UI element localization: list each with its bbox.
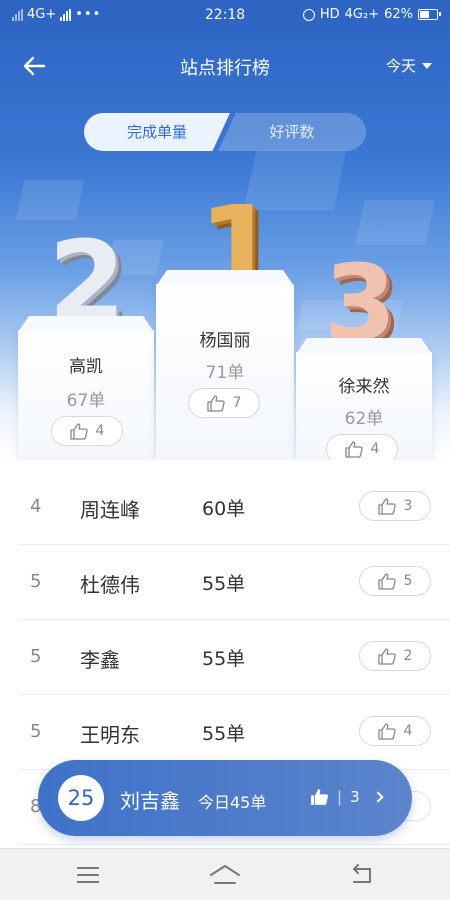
menu-button[interactable] <box>68 861 108 889</box>
like-button[interactable]: 4 <box>359 716 431 746</box>
like-count: 3 <box>403 498 413 514</box>
like-button[interactable]: 2 <box>359 641 431 671</box>
chevron-right-icon <box>371 791 384 803</box>
rank-number: 5 <box>30 571 42 592</box>
thumbs-up-icon <box>344 440 363 458</box>
page-title: 站点排行榜 <box>180 58 270 79</box>
podium-count: 62单 <box>344 409 384 429</box>
like-button[interactable]: 5 <box>359 566 431 596</box>
thumbs-up-icon <box>377 647 396 665</box>
list-item[interactable]: 4 周连峰 60单 3 <box>18 470 450 545</box>
background-decoration <box>15 180 85 220</box>
like-count: 5 <box>403 573 413 589</box>
thumbs-up-icon <box>206 394 225 412</box>
like-count: 2 <box>403 648 413 664</box>
podium-name: 杨国丽 <box>199 331 251 351</box>
like-count: 4 <box>95 423 105 439</box>
order-count: 55单 <box>202 573 246 595</box>
podium-top <box>18 316 154 332</box>
podium-count: 67单 <box>66 391 106 411</box>
my-name: 刘吉鑫 <box>120 789 180 813</box>
tab-completed-orders[interactable]: 完成单量 <box>84 113 230 151</box>
tab-switcher: 完成单量 好评数 <box>84 113 366 151</box>
return-icon <box>353 864 371 883</box>
rank-number: 5 <box>30 646 42 667</box>
podium-third: 徐来然 62单 4 <box>296 338 432 460</box>
battery-fill <box>420 11 429 18</box>
home-icon <box>210 865 240 884</box>
courier-name: 李鑫 <box>80 648 120 672</box>
courier-name: 周连峰 <box>80 498 140 522</box>
thumbs-up-icon <box>311 789 329 805</box>
like-count: 4 <box>370 441 380 457</box>
date-filter-dropdown[interactable]: 今天 <box>386 55 432 76</box>
courier-name: 王明东 <box>80 723 140 747</box>
podium-top <box>296 338 432 354</box>
nav-bar: 站点排行榜 今天 <box>0 44 450 88</box>
list-item[interactable]: 5 李鑫 55单 2 <box>18 620 450 695</box>
hero-header: 4G+ ••• 22:18 HD 4G₂+ 62% 站点排行榜 今天 完成单量 … <box>0 0 450 460</box>
like-button[interactable]: 3 <box>359 491 431 521</box>
podium-count: 71单 <box>205 363 245 383</box>
podium-second: 高凯 67单 4 <box>18 316 154 460</box>
like-button[interactable]: 4 <box>51 416 123 446</box>
arrow-left-icon <box>23 56 46 76</box>
like-count: 4 <box>403 723 413 739</box>
like-count: 7 <box>232 395 242 411</box>
home-button[interactable] <box>205 861 245 889</box>
list-item[interactable]: 5 杜德伟 55单 5 <box>18 545 450 620</box>
rank-number: 5 <box>30 721 42 742</box>
rank-number: 4 <box>30 496 42 517</box>
order-count: 55单 <box>202 648 246 670</box>
alarm-icon <box>302 8 315 21</box>
podium-name: 高凯 <box>69 357 103 377</box>
order-count: 55单 <box>202 723 246 745</box>
like-button[interactable]: 7 <box>188 388 260 418</box>
my-today-count: 今日45单 <box>198 793 267 812</box>
caret-down-icon <box>422 62 432 69</box>
separator: | <box>337 788 343 806</box>
tab-good-reviews[interactable]: 好评数 <box>218 113 366 151</box>
podium-name: 徐来然 <box>338 377 390 397</box>
network-gen-label: 4G₂+ <box>344 7 380 22</box>
my-rank-bar[interactable]: 25 刘吉鑫 今日45单 | 3 <box>38 760 412 836</box>
battery-icon <box>418 9 441 20</box>
order-count: 60单 <box>202 498 246 520</box>
podium-top <box>156 270 294 286</box>
thumbs-up-icon <box>377 722 396 740</box>
background-decoration <box>355 200 435 245</box>
courier-name: 杜德伟 <box>80 573 140 597</box>
menu-icon <box>77 867 99 883</box>
like-button[interactable]: 4 <box>326 434 398 460</box>
date-filter-label: 今天 <box>385 57 416 75</box>
battery-percent: 62% <box>384 7 413 22</box>
hd-label: HD <box>319 7 340 22</box>
podium-first: 杨国丽 71单 7 <box>156 270 294 460</box>
my-likes: | 3 <box>310 788 384 806</box>
my-rank-number: 25 <box>58 775 104 821</box>
thumbs-up-icon <box>69 422 88 440</box>
system-back-button[interactable] <box>342 861 382 889</box>
list-item[interactable]: 5 王明东 55单 4 <box>18 695 450 770</box>
system-nav-bar <box>0 848 450 900</box>
back-button[interactable] <box>20 52 50 80</box>
thumbs-up-icon <box>377 497 396 515</box>
thumbs-up-icon <box>377 572 396 590</box>
status-bar: 4G+ ••• 22:18 HD 4G₂+ 62% <box>0 0 450 30</box>
my-like-count: 3 <box>350 788 360 806</box>
